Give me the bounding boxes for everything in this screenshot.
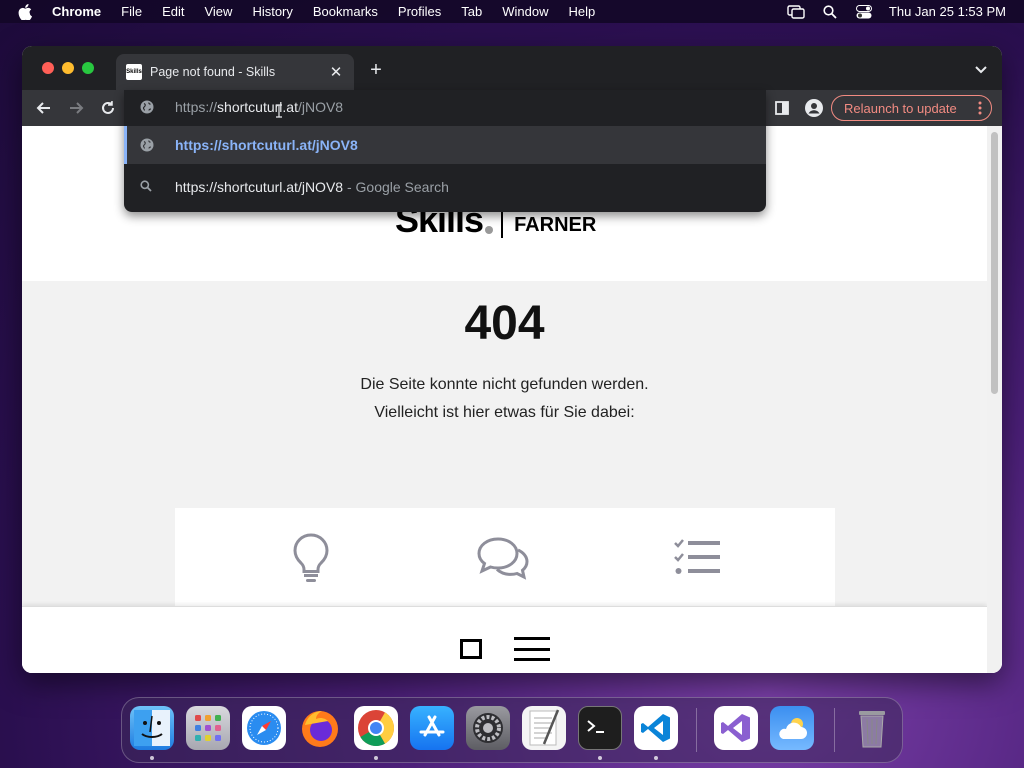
omnibox-suggestion-url[interactable]: https://shortcuturl.at/jNOV8 bbox=[124, 126, 766, 164]
safari-icon[interactable] bbox=[242, 706, 286, 750]
terminal-running-dot bbox=[598, 756, 602, 760]
checklist-icon[interactable] bbox=[669, 530, 725, 586]
address-bar[interactable]: https://shortcuturl.at/jNOV8 bbox=[124, 90, 766, 124]
control-center-icon[interactable] bbox=[855, 4, 873, 19]
error-code: 404 bbox=[464, 297, 545, 350]
scrollbar-thumb[interactable] bbox=[991, 132, 998, 394]
menu-history[interactable]: History bbox=[252, 4, 292, 19]
zoom-window-button[interactable] bbox=[82, 62, 94, 74]
finder-running-dot bbox=[150, 756, 154, 760]
trash-icon[interactable] bbox=[850, 706, 894, 750]
page-scrollbar[interactable] bbox=[987, 126, 1002, 673]
tab-search-chevron-icon[interactable] bbox=[974, 62, 988, 74]
address-text[interactable]: https://shortcuturl.at/jNOV8 bbox=[175, 99, 343, 115]
address-prefix: https:// bbox=[175, 99, 218, 115]
more-menu-icon[interactable] bbox=[978, 101, 982, 115]
menu-edit[interactable]: Edit bbox=[162, 4, 184, 19]
menu-file[interactable]: File bbox=[121, 4, 142, 19]
weather-icon[interactable] bbox=[770, 706, 814, 750]
square-icon[interactable] bbox=[460, 639, 482, 659]
lightbulb-icon[interactable] bbox=[283, 530, 339, 586]
globe-icon bbox=[140, 138, 154, 152]
menu-help[interactable]: Help bbox=[569, 4, 596, 19]
tab-strip: Skills Page not found - Skills ✕ + bbox=[22, 46, 1002, 90]
logo-farner-text: FARNER bbox=[514, 214, 597, 236]
screen-mirroring-icon[interactable] bbox=[787, 4, 805, 19]
tab-close-icon[interactable]: ✕ bbox=[328, 64, 344, 81]
menu-window[interactable]: Window bbox=[502, 4, 548, 19]
apple-menu-icon[interactable] bbox=[18, 3, 34, 20]
chrome-window: Skills Page not found - Skills ✕ + Relau… bbox=[22, 46, 1002, 673]
back-button[interactable] bbox=[34, 98, 54, 118]
menu-tab[interactable]: Tab bbox=[461, 4, 482, 19]
dock-separator-trash bbox=[834, 708, 835, 752]
suggestion-url-text: https://shortcuturl.at/jNOV8 bbox=[175, 137, 358, 153]
side-panel-icon[interactable] bbox=[773, 99, 791, 117]
error-message-line1: Die Seite konnte nicht gefunden werden. bbox=[360, 376, 649, 393]
app-store-icon[interactable] bbox=[410, 706, 454, 750]
relaunch-to-update-button[interactable]: Relaunch to update bbox=[831, 95, 992, 121]
profile-avatar-icon[interactable] bbox=[805, 99, 823, 117]
menu-view[interactable]: View bbox=[204, 4, 232, 19]
visual-studio-icon[interactable] bbox=[714, 706, 758, 750]
reload-button[interactable] bbox=[98, 98, 118, 118]
skills-favicon-icon: Skills bbox=[126, 64, 142, 80]
dock-separator bbox=[696, 708, 697, 752]
logo-dot bbox=[485, 226, 494, 234]
tab-active[interactable]: Skills Page not found - Skills ✕ bbox=[116, 54, 354, 90]
dock bbox=[121, 697, 903, 763]
new-tab-button[interactable]: + bbox=[366, 59, 386, 81]
site-info-globe-icon[interactable] bbox=[140, 100, 154, 114]
suggestion-search-query: https://shortcuturl.at/jNOV8 bbox=[175, 179, 344, 195]
address-path: /jNOV8 bbox=[297, 99, 344, 115]
text-cursor-icon bbox=[274, 104, 284, 118]
omnibox-suggestion-search[interactable]: https://shortcuturl.at/jNOV8 - Google Se… bbox=[124, 168, 766, 206]
menu-bar: Chrome File Edit View History Bookmarks … bbox=[0, 0, 1024, 23]
menu-profiles[interactable]: Profiles bbox=[398, 4, 441, 19]
window-controls bbox=[42, 62, 94, 74]
forward-button[interactable] bbox=[66, 98, 86, 118]
minimize-window-button[interactable] bbox=[62, 62, 74, 74]
spotlight-search-icon[interactable] bbox=[821, 4, 839, 19]
chrome-icon[interactable] bbox=[354, 706, 398, 750]
launchpad-icon[interactable] bbox=[186, 706, 230, 750]
menu-bookmarks[interactable]: Bookmarks bbox=[313, 4, 378, 19]
terminal-icon[interactable] bbox=[578, 706, 622, 750]
error-message-line2: Vielleicht ist hier etwas für Sie dabei: bbox=[374, 404, 635, 421]
vscode-running-dot bbox=[654, 756, 658, 760]
vscode-icon[interactable] bbox=[634, 706, 678, 750]
address-host: shortcuturl.at bbox=[217, 99, 298, 115]
firefox-icon[interactable] bbox=[298, 706, 342, 750]
menubar-clock[interactable]: Thu Jan 25 1:53 PM bbox=[889, 4, 1006, 19]
suggestion-search-suffix: - Google Search bbox=[343, 179, 449, 195]
mobile-bottom-bar bbox=[22, 606, 987, 673]
menu-app-name[interactable]: Chrome bbox=[52, 4, 101, 19]
relaunch-label: Relaunch to update bbox=[844, 100, 957, 116]
hamburger-menu-icon[interactable] bbox=[514, 637, 550, 661]
tab-title: Page not found - Skills bbox=[150, 65, 276, 79]
close-window-button[interactable] bbox=[42, 62, 54, 74]
omnibox-dropdown: https://shortcuturl.at/jNOV8 https://sho… bbox=[124, 90, 766, 212]
system-settings-icon[interactable] bbox=[466, 706, 510, 750]
suggestion-search-text: https://shortcuturl.at/jNOV8 - Google Se… bbox=[175, 179, 449, 195]
suggestion-cards bbox=[175, 508, 835, 618]
textedit-icon[interactable] bbox=[522, 706, 566, 750]
chat-bubbles-icon[interactable] bbox=[475, 530, 531, 586]
chrome-running-dot bbox=[374, 756, 378, 760]
finder-icon[interactable] bbox=[130, 706, 174, 750]
search-icon bbox=[140, 180, 154, 194]
